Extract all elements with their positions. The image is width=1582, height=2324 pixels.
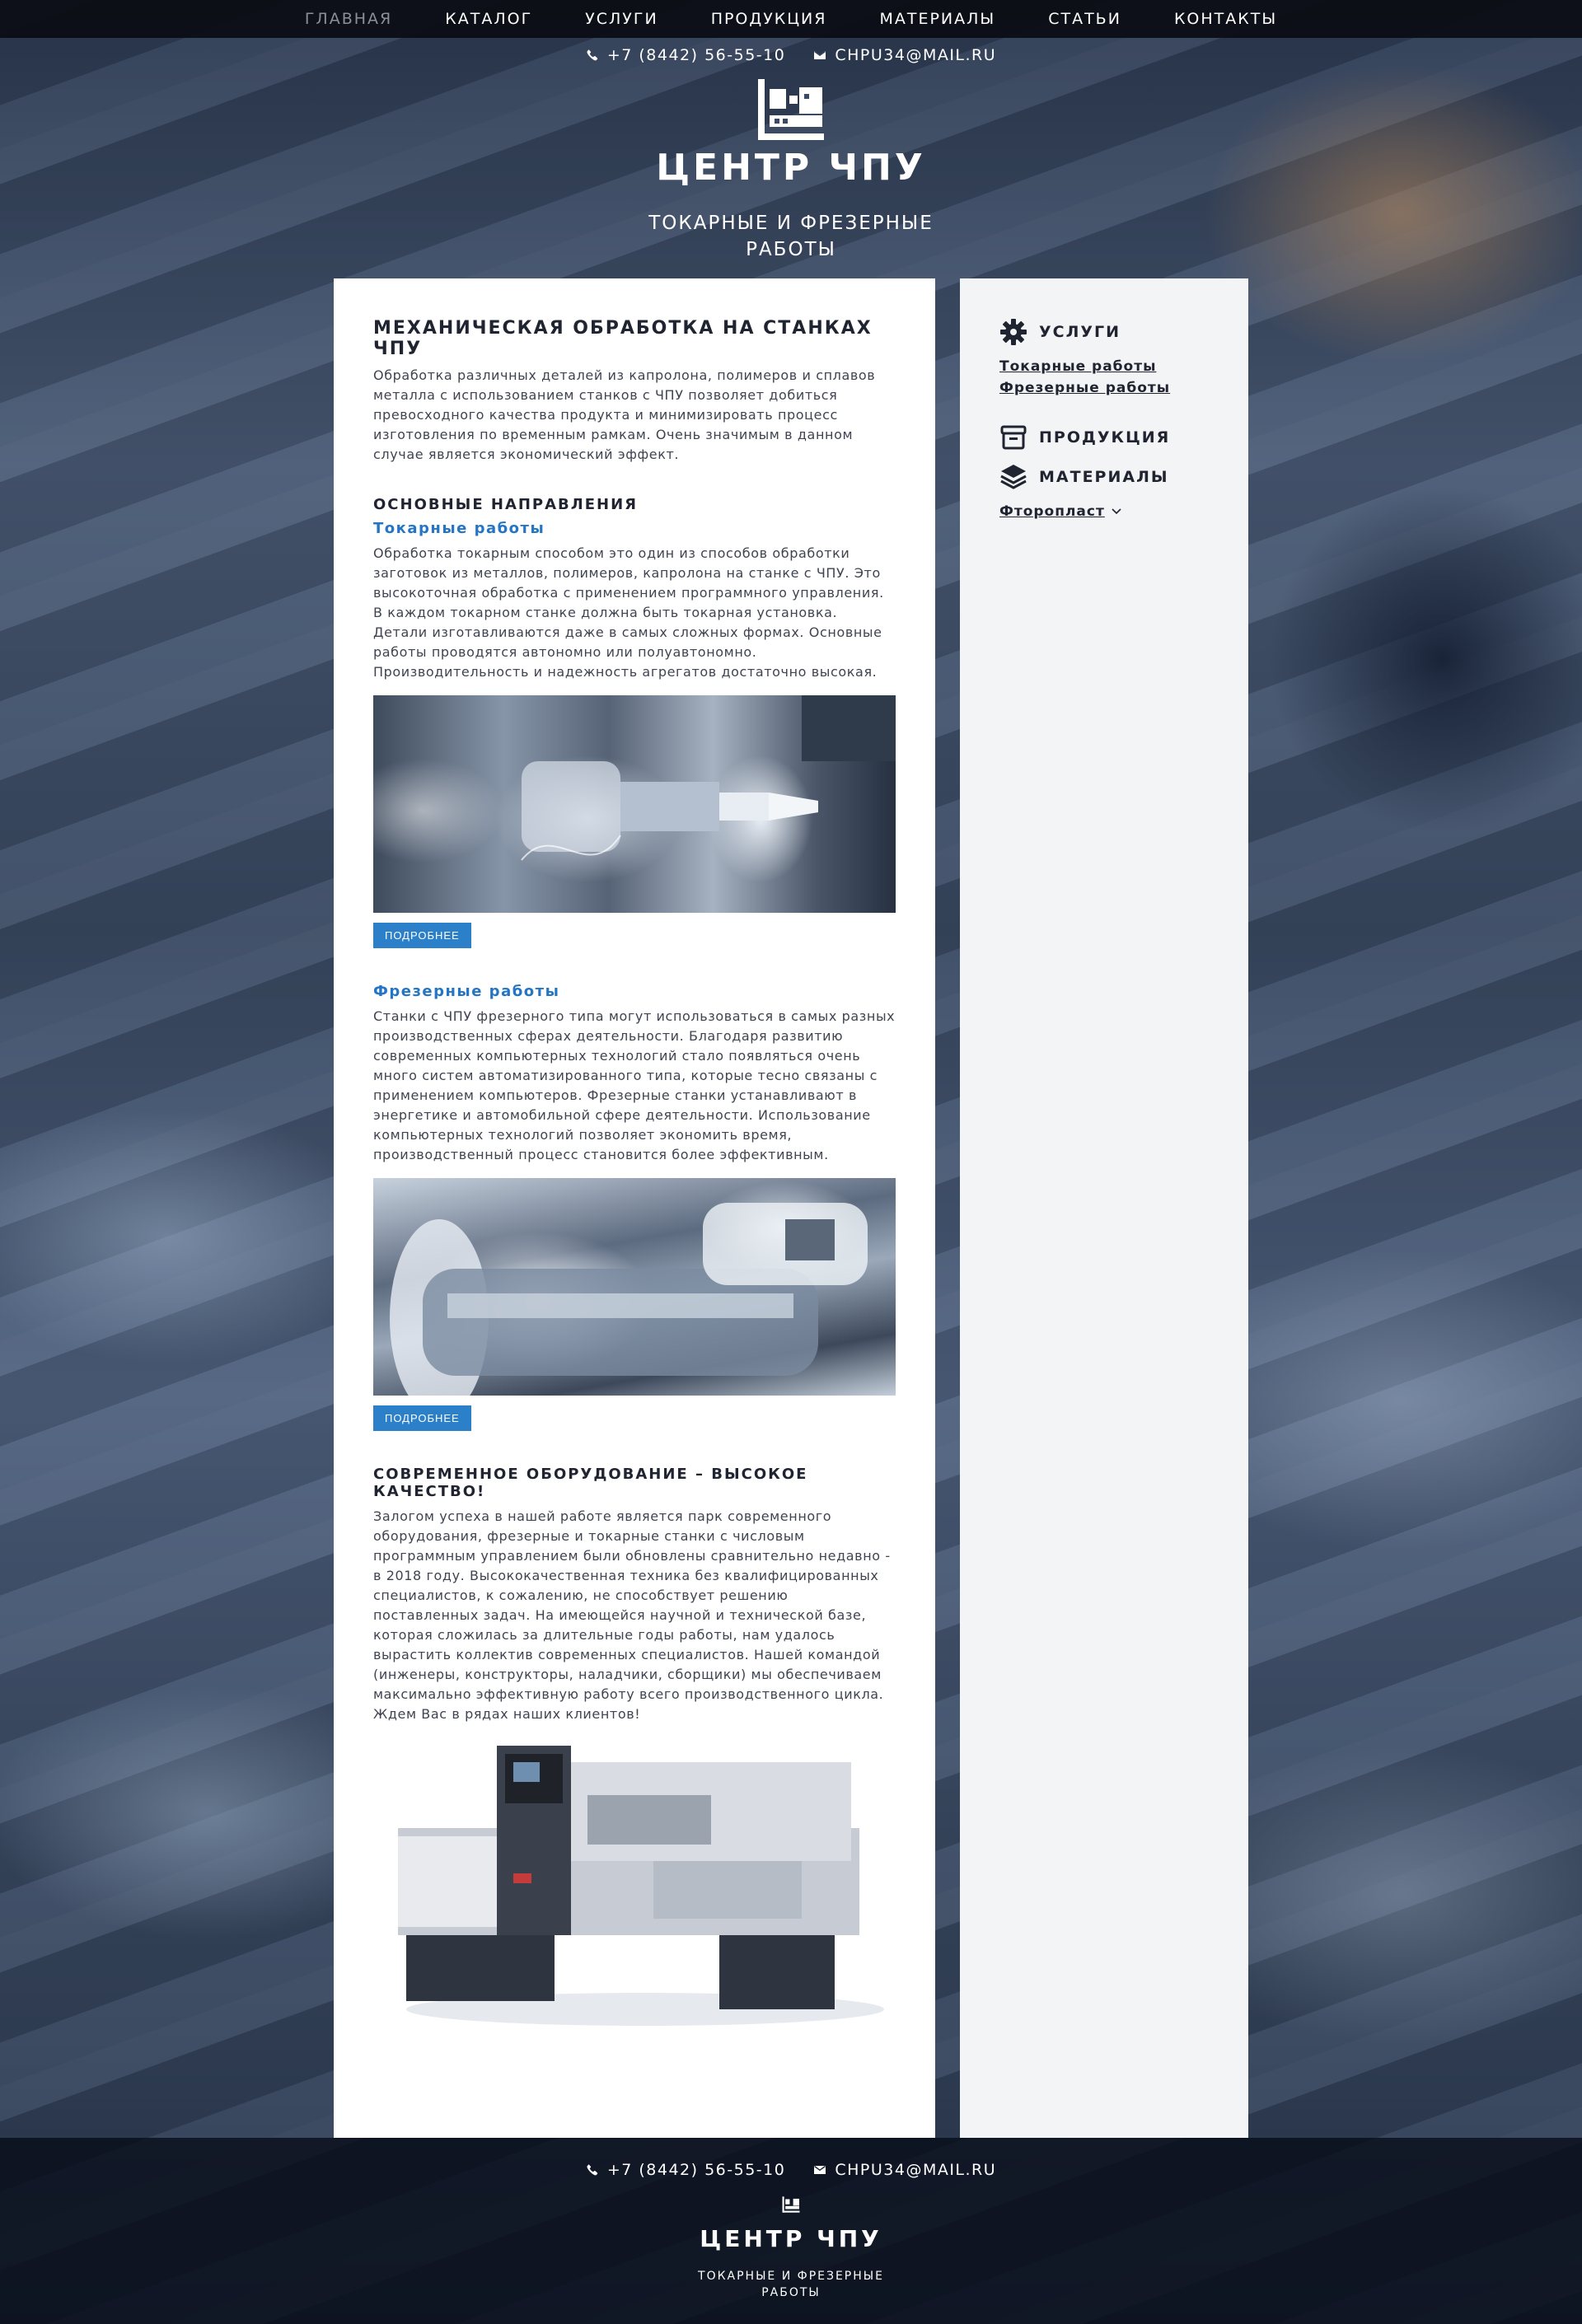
header-logo[interactable] [0, 76, 1582, 143]
nav-item-catalog[interactable]: КАТАЛОГ [445, 10, 532, 28]
box-icon [1000, 425, 1027, 450]
site-subtitle-line2: РАБОТЫ [746, 239, 836, 260]
footer-phone[interactable]: +7 (8442) 56-55-10 [586, 2161, 786, 2179]
equipment-text: Залогом успеха в нашей работе является п… [373, 1508, 891, 1702]
footer-contacts: +7 (8442) 56-55-10 CHPU34@MAIL.RU [0, 2161, 1582, 2179]
equipment-heading: СОВРЕМЕННОЕ ОБОРУДОВАНИЕ – ВЫСОКОЕ КАЧЕС… [373, 1466, 808, 1500]
header-phone[interactable]: +7 (8442) 56-55-10 [586, 46, 786, 64]
cnc-lathe-image [373, 1737, 896, 2034]
milling-photo [373, 1178, 896, 1396]
header-email[interactable]: CHPU34@MAIL.RU [813, 46, 996, 64]
top-navigation: ГЛАВНАЯ КАТАЛОГ УСЛУГИ ПРОДУКЦИЯ МАТЕРИА… [0, 0, 1582, 38]
cnc-logo-icon [758, 79, 824, 140]
layers-icon [1000, 465, 1027, 489]
sidebar-products-title: ПРОДУКЦИЯ [1039, 428, 1171, 447]
site-subtitle-line1: ТОКАРНЫЕ И ФРЕЗЕРНЫЕ [648, 213, 934, 234]
footer-title: ЦЕНТР ЧПУ [700, 2225, 882, 2252]
header-phone-text: +7 (8442) 56-55-10 [606, 46, 786, 64]
nav-item-materials[interactable]: МАТЕРИАЛЫ [879, 10, 995, 28]
header-contacts: +7 (8442) 56-55-10 CHPU34@MAIL.RU [0, 46, 1582, 64]
nav-item-products[interactable]: ПРОДУКЦИЯ [711, 10, 827, 28]
phone-icon [587, 49, 598, 61]
milling-more-button[interactable]: ПОДРОБНЕЕ [373, 1405, 471, 1431]
envelope-icon [814, 50, 826, 59]
turning-photo [373, 695, 896, 913]
sidebar-products-heading[interactable]: ПРОДУКЦИЯ [999, 423, 1209, 451]
phone-icon [587, 2164, 598, 2176]
sidebar-services-heading[interactable]: УСЛУГИ [999, 318, 1209, 346]
sidebar-link-milling[interactable]: Фрезерные работы [999, 377, 1209, 399]
sidebar-link-turning[interactable]: Токарные работы [999, 356, 1209, 377]
footer: +7 (8442) 56-55-10 CHPU34@MAIL.RU ЦЕНТР … [0, 2138, 1582, 2324]
sidebar-link-ftoroplast-label: Фторопласт [999, 503, 1105, 520]
header-email-text: CHPU34@MAIL.RU [835, 46, 997, 64]
nav-item-articles[interactable]: СТАТЬИ [1048, 10, 1121, 28]
equipment-closing: Ждем Вас в рядах наших клиентов! [373, 1706, 641, 1722]
gear-icon [1000, 319, 1027, 345]
sidebar: УСЛУГИ Токарные работы Фрезерные работы … [960, 278, 1248, 2138]
site-title: ЦЕНТР ЧПУ [656, 147, 926, 189]
footer-subtitle-line2: РАБОТЫ [761, 2286, 821, 2299]
intro-text: Обработка различных деталей из капролона… [373, 367, 876, 462]
page-title: МЕХАНИЧЕСКАЯ ОБРАБОТКА НА СТАНКАХ ЧПУ [373, 318, 873, 359]
sidebar-materials-heading[interactable]: МАТЕРИАЛЫ [999, 463, 1209, 491]
sidebar-services-title: УСЛУГИ [1039, 323, 1121, 341]
turning-more-button[interactable]: ПОДРОБНЕЕ [373, 923, 471, 948]
nav-item-contacts[interactable]: КОНТАКТЫ [1174, 10, 1277, 28]
footer-email-text: CHPU34@MAIL.RU [835, 2161, 997, 2179]
nav-item-services[interactable]: УСЛУГИ [585, 10, 658, 28]
nav-item-home[interactable]: ГЛАВНАЯ [305, 10, 392, 28]
footer-logo[interactable] [0, 2195, 1582, 2214]
chevron-down-icon [1112, 508, 1121, 515]
sidebar-link-ftoroplast[interactable]: Фторопласт [999, 501, 1209, 522]
directions-heading: ОСНОВНЫЕ НАПРАВЛЕНИЯ [373, 496, 639, 513]
sidebar-materials-title: МАТЕРИАЛЫ [1039, 468, 1169, 486]
footer-subtitle-line1: ТОКАРНЫЕ И ФРЕЗЕРНЫЕ [698, 2270, 884, 2283]
footer-phone-text: +7 (8442) 56-55-10 [606, 2161, 786, 2179]
milling-heading[interactable]: Фрезерные работы [373, 983, 896, 1000]
cnc-logo-icon [782, 2196, 800, 2213]
footer-email[interactable]: CHPU34@MAIL.RU [813, 2161, 996, 2179]
turning-text: Обработка токарным способом это один из … [373, 545, 884, 680]
milling-text: Станки с ЧПУ фрезерного типа могут испол… [373, 1008, 896, 1162]
main-content: МЕХАНИЧЕСКАЯ ОБРАБОТКА НА СТАНКАХ ЧПУ Об… [334, 278, 935, 2138]
turning-heading[interactable]: Токарные работы [373, 520, 896, 537]
envelope-icon [814, 2165, 826, 2174]
